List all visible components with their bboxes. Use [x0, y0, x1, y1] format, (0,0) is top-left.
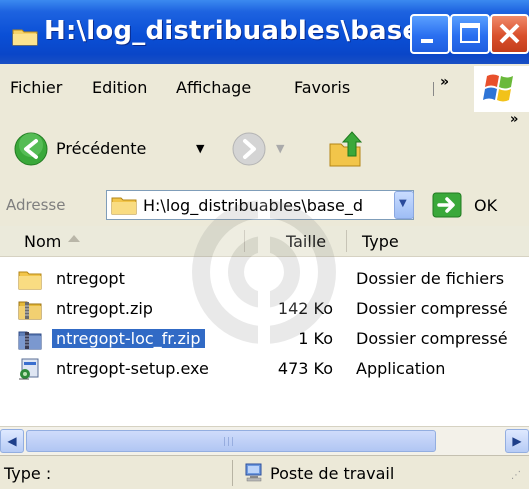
list-item[interactable]: ntregopt-setup.exe 473 Ko Application	[0, 356, 529, 384]
status-type: Type :	[4, 464, 52, 483]
minimize-button[interactable]	[410, 14, 450, 54]
back-button[interactable]: Précédente ▼	[8, 124, 218, 174]
column-header: Nom Taille Type	[0, 226, 529, 257]
file-size: 473 Ko	[277, 359, 333, 378]
maximize-icon	[460, 23, 480, 43]
toolbar-overflow-button[interactable]: »	[510, 112, 518, 127]
file-size: 1 Ko	[298, 329, 333, 348]
folder-icon	[12, 29, 38, 46]
menu-favoris[interactable]: Favoris	[294, 78, 350, 97]
window-title: H:\log_distribuables\base_...	[44, 16, 464, 46]
forward-arrow-icon[interactable]	[232, 132, 266, 166]
back-label: Précédente	[56, 139, 147, 158]
minimize-icon	[421, 39, 433, 43]
file-name: ntregopt.zip	[56, 299, 153, 318]
menu-affichage[interactable]: Affichage	[176, 78, 251, 97]
chevron-down-icon: ▼	[399, 198, 407, 209]
address-input[interactable]: H:\log_distribuables\base_d	[106, 190, 414, 220]
menu-fichier[interactable]: Fichier	[10, 78, 62, 97]
scroll-left-button[interactable]: ◀	[0, 429, 24, 453]
column-size[interactable]: Taille	[286, 232, 326, 251]
list-item[interactable]: ntregopt.zip 142 Ko Dossier compressé	[0, 296, 529, 324]
title-bar[interactable]: H:\log_distribuables\base_...	[0, 0, 529, 64]
scroll-right-button[interactable]: ▶	[505, 429, 529, 453]
folder-icon	[111, 197, 137, 215]
column-name[interactable]: Nom	[24, 232, 61, 251]
setup-exe-icon	[19, 358, 39, 380]
scrollbar-thumb[interactable]: |||	[26, 430, 436, 452]
windows-logo-icon	[474, 66, 529, 112]
file-type: Dossier compressé	[356, 299, 508, 318]
zip-folder-icon	[18, 331, 42, 350]
zip-folder-icon	[18, 301, 42, 320]
chevron-left-icon: ◀	[7, 434, 17, 448]
explorer-window: H:\log_distribuables\base_... Fichier Ed…	[0, 0, 529, 489]
column-divider[interactable]	[346, 230, 347, 252]
sort-ascending-icon	[68, 235, 80, 242]
folder-up-icon[interactable]	[328, 130, 362, 168]
file-name: ntregopt	[56, 269, 125, 288]
status-bar: Type : Poste de travail ⋰	[0, 455, 529, 489]
file-type: Dossier compressé	[356, 329, 508, 348]
column-divider[interactable]	[244, 230, 245, 252]
status-location: Poste de travail	[270, 464, 395, 483]
file-list[interactable]: Nom Taille Type ntregopt Dossier de fich…	[0, 226, 529, 426]
menu-separator	[433, 82, 434, 96]
horizontal-scrollbar[interactable]: ◀ ||| ▶	[0, 426, 529, 455]
menu-bar: Fichier Edition Affichage Favoris »	[0, 64, 529, 113]
menu-edition[interactable]: Edition	[92, 78, 147, 97]
address-value: H:\log_distribuables\base_d	[143, 196, 364, 215]
folder-icon	[18, 271, 42, 290]
back-dropdown-icon[interactable]: ▼	[196, 142, 204, 155]
file-type: Dossier de fichiers	[356, 269, 505, 288]
address-dropdown-button[interactable]: ▼	[394, 191, 414, 219]
forward-dropdown-icon[interactable]: ▼	[276, 142, 284, 155]
status-separator	[232, 460, 233, 486]
address-bar: Adresse H:\log_distribuables\base_d ▼ OK	[0, 184, 529, 227]
list-item[interactable]: ntregopt Dossier de fichiers	[0, 266, 529, 294]
list-item[interactable]: ntregopt-loc_fr.zip 1 Ko Dossier compres…	[0, 326, 529, 354]
file-type: Application	[356, 359, 446, 378]
resize-grip-icon[interactable]: ⋰	[511, 470, 521, 481]
address-label: Adresse	[6, 196, 66, 214]
file-name: ntregopt-setup.exe	[56, 359, 209, 378]
file-name: ntregopt-loc_fr.zip	[52, 329, 205, 348]
grip-icon: |||	[223, 437, 236, 447]
go-arrow-icon[interactable]	[432, 192, 462, 218]
maximize-button[interactable]	[450, 14, 490, 54]
column-type[interactable]: Type	[362, 232, 399, 251]
back-arrow-icon	[14, 132, 48, 166]
chevron-right-icon: ▶	[512, 434, 522, 448]
close-button[interactable]	[490, 14, 529, 54]
close-icon	[499, 23, 520, 44]
file-size: 142 Ko	[277, 299, 333, 318]
go-button[interactable]: OK	[474, 196, 497, 215]
toolbar: Précédente ▼ ▼ »	[0, 112, 529, 185]
menu-overflow-button[interactable]: »	[440, 74, 449, 90]
computer-icon	[245, 463, 262, 482]
